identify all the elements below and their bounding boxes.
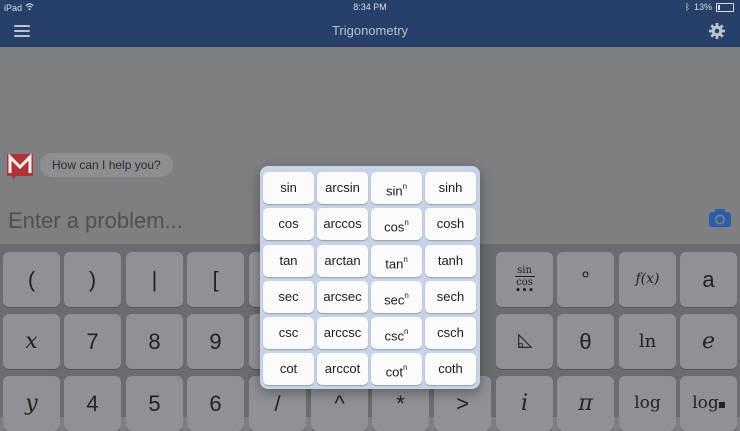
- battery-percent: 13%: [693, 2, 712, 12]
- status-bar: iPad 8:34 PM ᛒ 13%: [0, 0, 740, 14]
- triangle-icon: [517, 333, 533, 348]
- key-log-base[interactable]: log: [680, 376, 737, 431]
- key-pi[interactable]: π: [557, 376, 614, 431]
- trig-arcsin-button[interactable]: arcsin: [317, 172, 368, 204]
- key-degree[interactable]: °: [557, 252, 614, 307]
- key-theta[interactable]: θ: [557, 314, 614, 369]
- trig-tanh-button[interactable]: tanh: [425, 245, 476, 277]
- trig-cosh-button[interactable]: cosh: [425, 208, 476, 240]
- key-x[interactable]: x: [3, 314, 60, 369]
- key-abs[interactable]: |: [126, 252, 183, 307]
- trig-cos-power-button[interactable]: cosn: [371, 208, 422, 240]
- trig-tan-power-button[interactable]: tann: [371, 245, 422, 277]
- gear-icon[interactable]: [708, 22, 726, 40]
- key-8[interactable]: 8: [126, 314, 183, 369]
- trig-coth-button[interactable]: coth: [425, 353, 476, 385]
- key-6[interactable]: 6: [187, 376, 244, 431]
- battery-icon: [716, 2, 734, 12]
- camera-icon[interactable]: [708, 208, 732, 228]
- trig-tan-button[interactable]: tan: [263, 245, 314, 277]
- trig-sec-power-button[interactable]: secn: [371, 281, 422, 313]
- key-4[interactable]: 4: [64, 376, 121, 431]
- trig-arcsec-button[interactable]: arcsec: [317, 281, 368, 313]
- trig-arccsc-button[interactable]: arccsc: [317, 317, 368, 349]
- key-y[interactable]: y: [3, 376, 60, 431]
- key-7[interactable]: 7: [64, 314, 121, 369]
- trig-sin-power-button[interactable]: sinn: [371, 172, 422, 204]
- key-imaginary[interactable]: i: [496, 376, 553, 431]
- key-open-paren[interactable]: (: [3, 252, 60, 307]
- key-variable-a[interactable]: a: [680, 252, 737, 307]
- trig-function-panel: sin arcsin sinn sinh cos arccos cosn cos…: [260, 166, 480, 389]
- trig-arccos-button[interactable]: arccos: [317, 208, 368, 240]
- trig-csch-button[interactable]: csch: [425, 317, 476, 349]
- top-nav-bar: Trigonometry: [0, 14, 740, 47]
- status-time: 8:34 PM: [353, 2, 387, 12]
- trig-sin-button[interactable]: sin: [263, 172, 314, 204]
- key-triangle[interactable]: [496, 314, 553, 369]
- trig-cos-button[interactable]: cos: [263, 208, 314, 240]
- key-log[interactable]: log: [619, 376, 676, 431]
- bluetooth-icon: ᛒ: [684, 2, 690, 12]
- trig-sech-button[interactable]: sech: [425, 281, 476, 313]
- key-function[interactable]: f(x): [619, 252, 676, 307]
- status-right: ᛒ 13%: [685, 2, 734, 12]
- key-5[interactable]: 5: [126, 376, 183, 431]
- trig-arctan-button[interactable]: arctan: [317, 245, 368, 277]
- key-ln[interactable]: ln: [619, 314, 676, 369]
- trig-arccot-button[interactable]: arccot: [317, 353, 368, 385]
- key-e[interactable]: e: [680, 314, 737, 369]
- key-9[interactable]: 9: [187, 314, 244, 369]
- trig-csc-button[interactable]: csc: [263, 317, 314, 349]
- page-title: Trigonometry: [331, 23, 409, 38]
- mathway-logo-icon: [7, 153, 33, 180]
- trig-cot-button[interactable]: cot: [263, 353, 314, 385]
- trig-cot-power-button[interactable]: cotn: [371, 353, 422, 385]
- key-trig[interactable]: sin cos •••: [496, 252, 553, 307]
- trig-sec-button[interactable]: sec: [263, 281, 314, 313]
- key-close-paren[interactable]: ): [64, 252, 121, 307]
- chat-bubble: How can I help you?: [40, 153, 173, 177]
- key-bracket[interactable]: [: [187, 252, 244, 307]
- trig-csc-power-button[interactable]: cscn: [371, 317, 422, 349]
- trig-sinh-button[interactable]: sinh: [425, 172, 476, 204]
